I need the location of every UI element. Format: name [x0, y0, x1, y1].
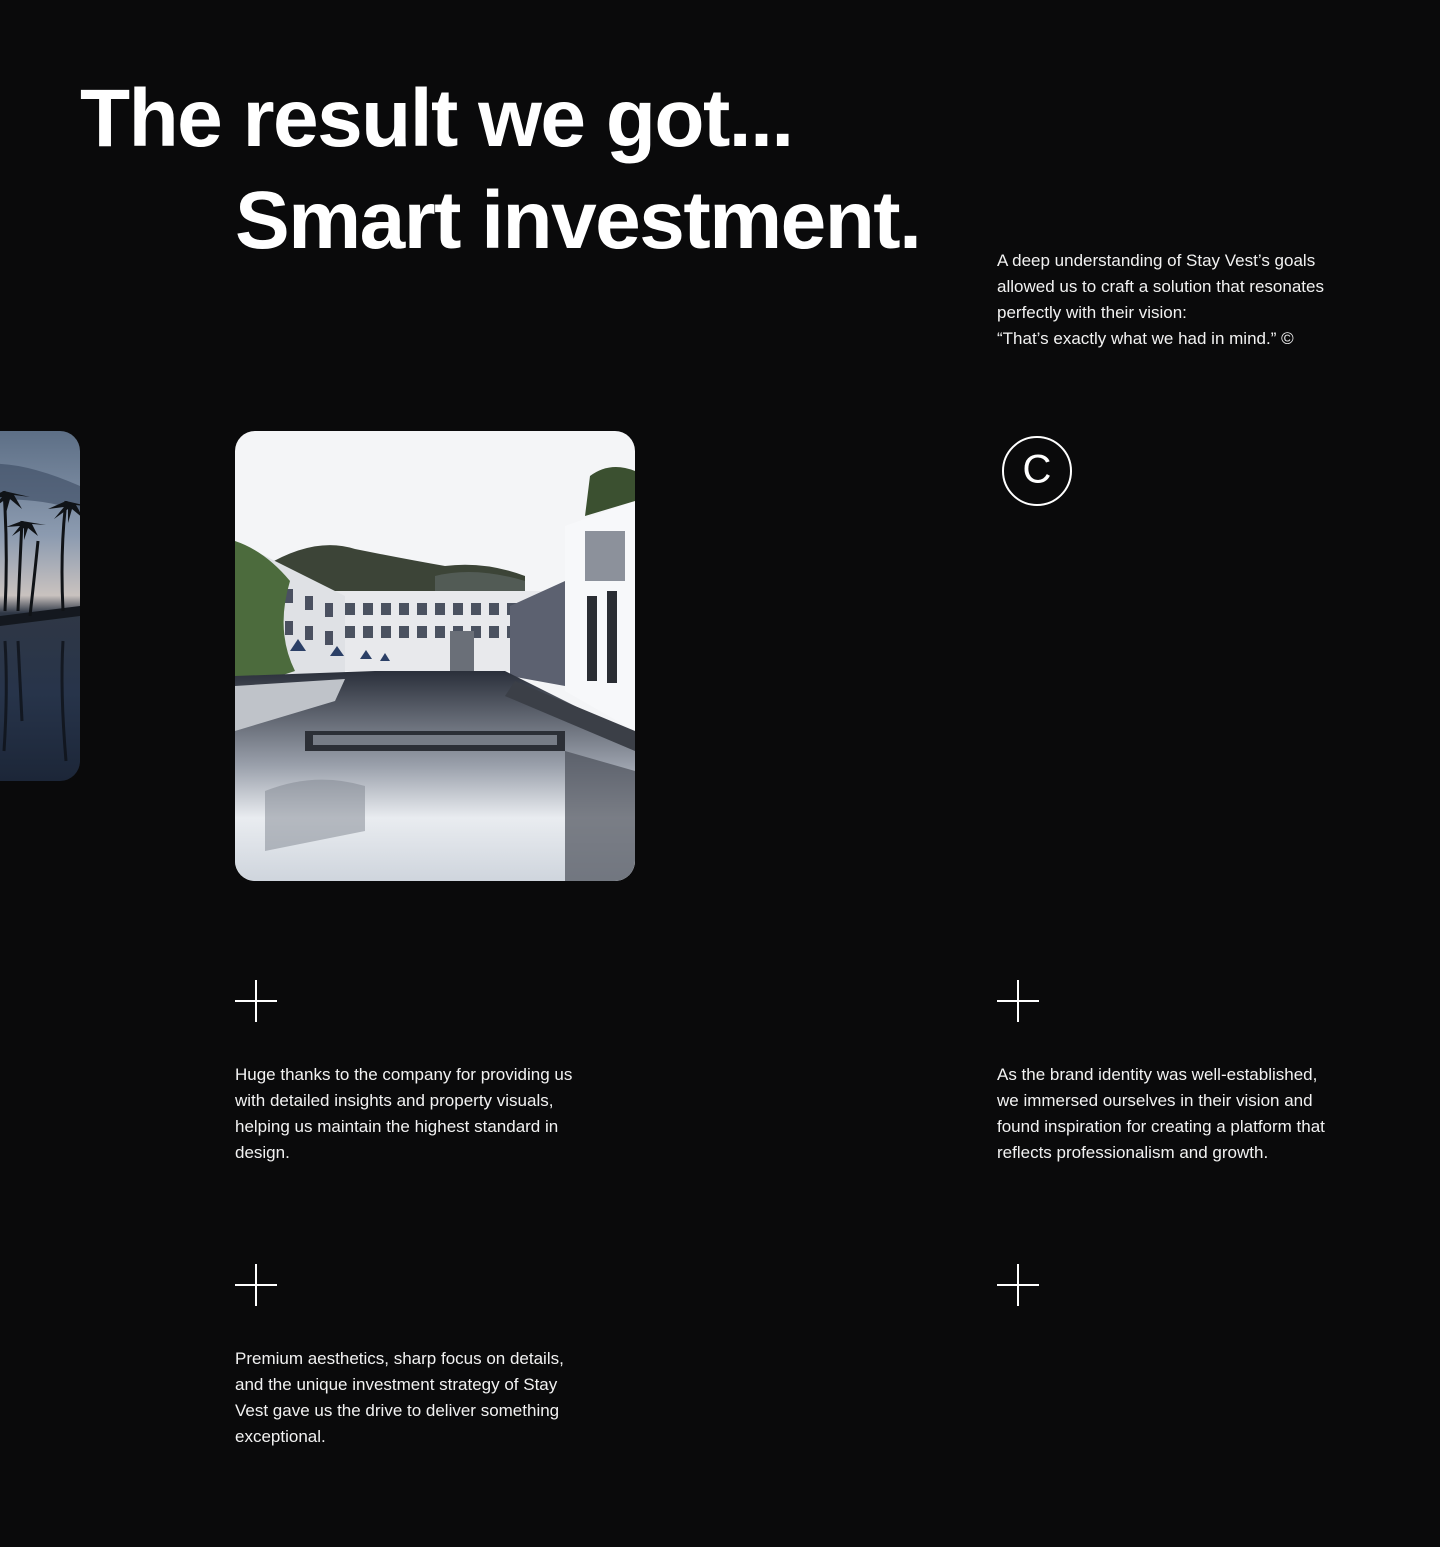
feature-text-premium-aesthetics: Premium aesthetics, sharp focus on detai… [235, 1349, 564, 1446]
palm-pool-photo-graphic [0, 431, 80, 781]
plus-icon [235, 980, 277, 1022]
headline-line-2: Smart investment. [235, 175, 922, 266]
palm-pool-photo [0, 431, 80, 781]
copyright-circle-icon: C [1001, 435, 1073, 507]
feature-text-brand-identity: As the brand identity was well-establish… [997, 1065, 1325, 1162]
headline-line-1: The result we got... [80, 73, 794, 164]
plus-icon [997, 1264, 1039, 1306]
plus-icon [235, 1264, 277, 1306]
feature-text-insights: Huge thanks to the company for providing… [235, 1065, 573, 1162]
resort-pool-photo [235, 431, 635, 881]
intro-quote: A deep understanding of Stay Vest’s goal… [997, 251, 1324, 348]
plus-icon [997, 980, 1039, 1022]
resort-pool-photo-graphic [235, 431, 635, 881]
copyright-glyph: C [1023, 448, 1052, 492]
